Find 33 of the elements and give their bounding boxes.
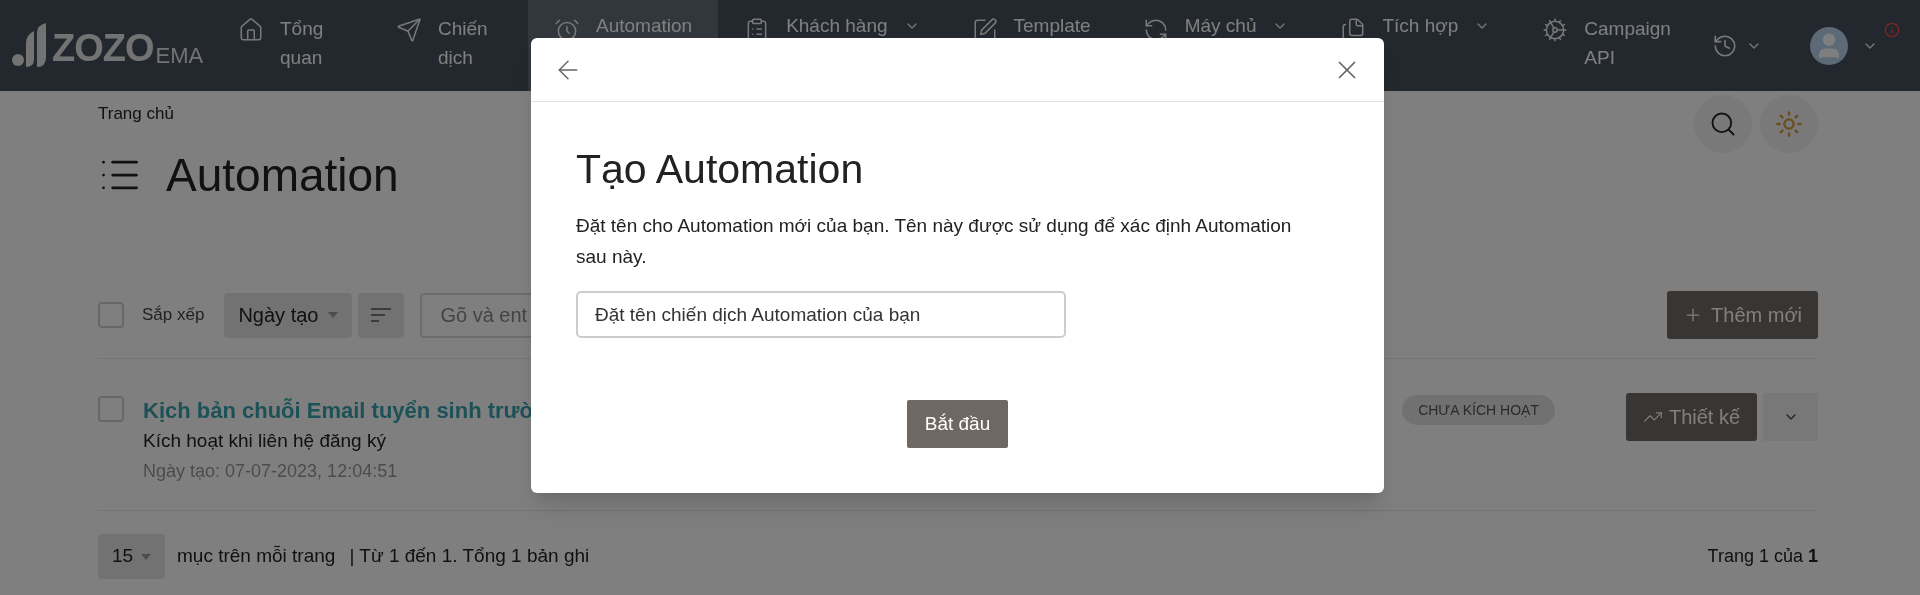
sort-order-button[interactable]	[358, 292, 405, 338]
logo-suffix: EMA	[155, 45, 204, 67]
sort-label: Sắp xếp	[142, 304, 205, 327]
add-new-button[interactable]: Thêm mới	[1667, 291, 1818, 339]
sort-select[interactable]: Ngày tạo	[224, 292, 353, 338]
caret-icon	[328, 312, 339, 318]
paper-plane-icon	[396, 17, 422, 43]
search-icon	[1709, 110, 1737, 138]
caret-icon	[141, 553, 151, 560]
status-badge: CHƯA KÍCH HOẠT	[1402, 395, 1555, 425]
checkbox[interactable]	[98, 396, 124, 422]
dialog-description: Đặt tên cho Automation mới của bạn. Tên này được sử dụng để xác định Automation sau này.	[576, 214, 1293, 269]
info-icon	[1884, 22, 1900, 38]
per-page-label: mục trên mỗi trang	[177, 544, 336, 569]
per-page-select[interactable]: 15	[98, 534, 165, 579]
automation-name-input[interactable]: Đặt tên chiến dịch Automation của bạn	[576, 291, 1066, 338]
gear-icon	[1542, 17, 1569, 43]
dialog-title: Tạo Automation	[576, 145, 865, 194]
sun-icon	[1775, 110, 1803, 138]
design-button[interactable]: Thiết kế	[1626, 393, 1757, 441]
start-button[interactable]: Bắt đầu	[906, 400, 1009, 448]
logo-text: ZOZO	[52, 29, 154, 67]
breadcrumb[interactable]: Trang chủ	[98, 103, 399, 125]
page-title: Automation	[166, 148, 399, 203]
page-indicator: Trang 1 của 1	[1707, 545, 1818, 568]
avatar[interactable]	[1810, 26, 1848, 65]
trigger-text: Kích hoạt khi liên hệ đăng ký	[143, 429, 387, 453]
logo[interactable]: ZOZOEMA	[12, 0, 212, 91]
record-range: | Từ 1 đến 1. Tổng 1 bản ghi	[349, 544, 590, 569]
checkbox[interactable]	[98, 302, 124, 328]
history-icon	[1712, 32, 1738, 59]
sort-icon	[370, 307, 393, 323]
house-icon	[238, 17, 264, 43]
